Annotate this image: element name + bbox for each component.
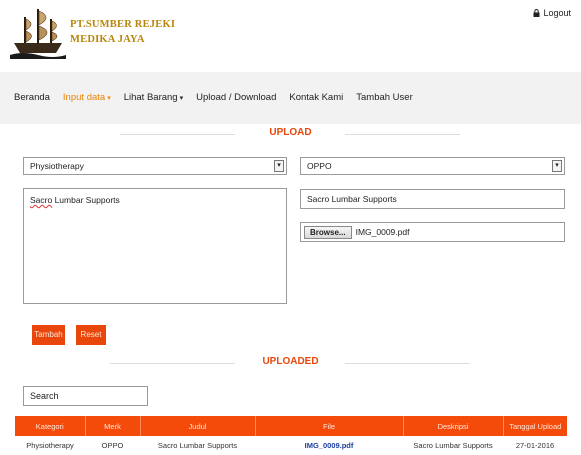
column-header-tanggal-upload[interactable]: Tanggal Upload [503,416,567,436]
uploaded-table: Kategori Merk Judul File Deskripsi Tangg… [15,416,567,455]
header: PT.SUMBER REJEKI MEDIKA JAYA Logout [0,0,581,72]
file-input[interactable]: Browse... IMG_0009.pdf [300,222,565,242]
divider [345,363,470,364]
nav-item-tambah-user[interactable]: Tambah User [356,92,413,103]
deskripsi-textarea[interactable]: Sacro Lumbar Supports [23,188,287,304]
uploaded-title-text: UPLOADED [262,356,319,367]
divider [345,134,460,135]
chevron-down-icon: ▾ [179,94,184,102]
deskripsi-text: Lumbar Supports [52,195,120,205]
nav-item-label: Lihat Barang [123,92,178,103]
nav-item-label: Beranda [14,92,50,103]
nav-item-input-data[interactable]: Input data ▾ [63,92,111,103]
cell-deskripsi: Sacro Lumbar Supports [403,436,503,455]
spellcheck-word: Sacro [30,195,53,205]
merk-selected-value: OPPO [307,161,332,171]
logout-link[interactable]: Logout [533,8,571,18]
logout-label: Logout [543,8,571,18]
reset-button[interactable]: Reset [76,325,106,345]
cell-judul: Sacro Lumbar Supports [140,436,255,455]
chevron-down-icon: ▾ [107,94,111,102]
cell-file-link[interactable]: IMG_0009.pdf [255,436,403,455]
sailing-ship-icon [10,9,66,59]
cell-merk: OPPO [85,436,140,455]
search-placeholder: Search [30,391,59,401]
chevron-down-icon: ▾ [274,160,284,172]
nav-item-label: Kontak Kami [289,92,344,103]
column-header-deskripsi[interactable]: Deskripsi [403,416,504,436]
cell-kategori: Physiotherapy [15,436,85,455]
tambah-button[interactable]: Tambah [32,325,65,345]
judul-value: Sacro Lumbar Supports [307,194,397,204]
column-header-file[interactable]: File [255,416,404,436]
selected-file-name: IMG_0009.pdf [355,227,410,237]
judul-input[interactable]: Sacro Lumbar Supports [300,189,565,209]
upload-title-text: UPLOAD [269,127,312,138]
company-name-line2: MEDIKA JAYA [70,34,145,45]
table-row: Physiotherapy OPPO Sacro Lumbar Supports… [15,436,567,455]
kategori-select[interactable]: Physiotherapy ▾ [23,157,287,175]
divider [110,363,235,364]
upload-section-title: UPLOAD [0,127,581,138]
nav-item-label: Tambah User [356,92,413,103]
kategori-selected-value: Physiotherapy [30,161,84,171]
uploaded-section-title: UPLOADED [0,356,581,367]
column-header-judul[interactable]: Judul [140,416,256,436]
chevron-down-icon: ▾ [552,160,562,172]
nav-item-kontak-kami[interactable]: Kontak Kami [289,92,343,103]
main-nav: Beranda Input data ▾ Lihat Barang ▾ Upload… [0,72,581,124]
nav-item-beranda[interactable]: Beranda [14,92,50,103]
cell-tanggal-upload: 27-01-2016 [503,436,567,455]
lock-icon [533,9,540,17]
column-header-merk[interactable]: Merk [85,416,141,436]
company-name: PT.SUMBER REJEKI MEDIKA JAYA [70,17,175,47]
merk-select[interactable]: OPPO ▾ [300,157,565,175]
table-header-row: Kategori Merk Judul File Deskripsi Tangg… [15,416,567,436]
nav-item-upload-download[interactable]: Upload / Download [196,92,276,103]
nav-item-label: Input data [62,92,106,103]
nav-item-lihat-barang[interactable]: Lihat Barang ▾ [124,92,183,103]
company-name-line1: PT.SUMBER REJEKI [70,19,176,30]
search-input[interactable]: Search [23,386,148,406]
browse-button[interactable]: Browse... [304,225,352,239]
divider [120,134,235,135]
column-header-kategori[interactable]: Kategori [15,416,86,436]
nav-item-label: Upload / Download [196,92,277,103]
